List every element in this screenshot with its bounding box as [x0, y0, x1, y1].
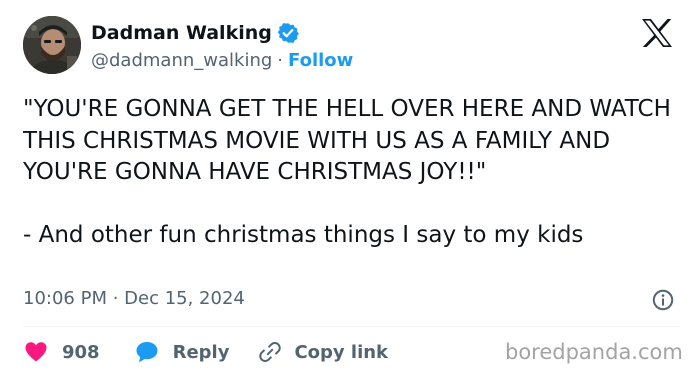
like-count: 908 — [62, 341, 100, 363]
reply-button[interactable]: Reply — [134, 339, 230, 365]
divider — [23, 326, 680, 327]
avatar-photo — [23, 16, 81, 74]
like-button[interactable]: 908 — [23, 339, 100, 365]
follow-button[interactable]: Follow — [288, 50, 353, 71]
watermark: boredpanda.com — [505, 340, 683, 364]
link-icon — [257, 339, 283, 365]
action-bar: 908 Reply Copy link — [23, 337, 388, 367]
verified-badge-icon — [277, 22, 299, 44]
avatar[interactable] — [23, 16, 81, 74]
tweet-timestamp[interactable]: 10:06 PM · Dec 15, 2024 — [23, 288, 245, 309]
author-handle[interactable]: @dadmann_walking — [91, 50, 272, 71]
copy-link-label: Copy link — [294, 341, 389, 363]
author-handle-row: @dadmann_walking · Follow — [91, 48, 353, 72]
reply-label: Reply — [172, 341, 230, 363]
speech-bubble-icon — [134, 339, 160, 365]
tweet-text: "YOU'RE GONNA GET THE HELL OVER HERE AND… — [23, 96, 671, 248]
x-logo-icon[interactable] — [641, 18, 673, 48]
separator-dot: · — [277, 49, 284, 71]
copy-link-button[interactable]: Copy link — [257, 339, 388, 365]
author-name-row: Dadman Walking — [91, 20, 299, 46]
display-name[interactable]: Dadman Walking — [91, 22, 272, 44]
tweet-card: Dadman Walking @dadmann_walking · Follow… — [0, 0, 700, 379]
info-icon[interactable] — [652, 289, 674, 311]
heart-icon — [23, 339, 49, 365]
